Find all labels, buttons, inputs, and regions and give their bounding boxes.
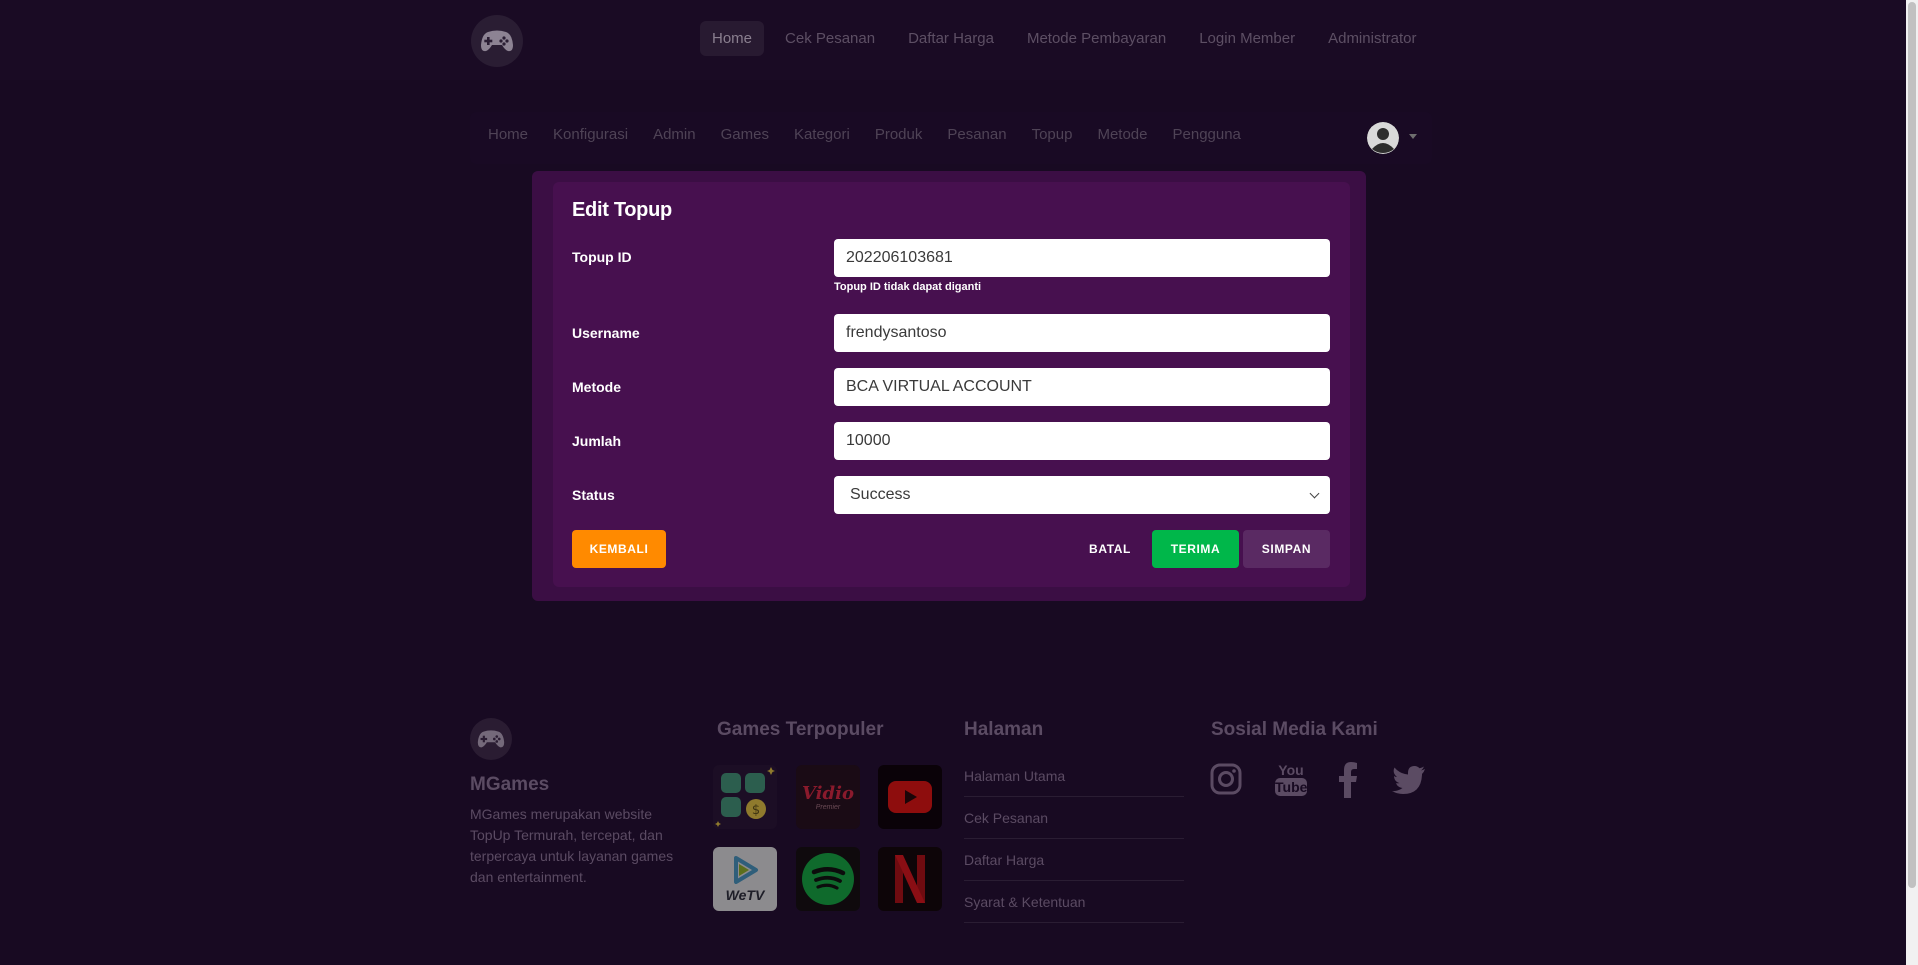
facebook-icon: [1339, 762, 1357, 798]
youtube-link[interactable]: You Tube: [1275, 762, 1307, 800]
youtube-icon: You Tube: [1275, 762, 1307, 796]
footer-brand: MGames: [470, 774, 550, 795]
kembali-button[interactable]: KEMBALI: [572, 530, 666, 568]
facebook-link[interactable]: [1337, 762, 1359, 803]
spotify-logo-icon: [802, 853, 854, 905]
twitter-icon: [1392, 766, 1425, 794]
user-icon: [1367, 122, 1399, 154]
terima-button[interactable]: TERIMA: [1152, 530, 1239, 568]
status-select[interactable]: Success: [834, 476, 1330, 514]
admin-nav-kategori[interactable]: Kategori: [794, 126, 850, 143]
vidio-logo: Vidio Premier: [802, 783, 854, 811]
admin-nav-pesanan[interactable]: Pesanan: [947, 126, 1006, 143]
admin-nav: Home Konfigurasi Admin Games Kategori Pr…: [488, 126, 1266, 143]
main-nav: Home Cek Pesanan Daftar Harga Metode Pem…: [700, 20, 1437, 57]
site-logo[interactable]: [471, 15, 523, 67]
vidio-logo-subtext: Premier: [815, 804, 841, 811]
admin-nav-games[interactable]: Games: [721, 126, 769, 143]
admin-nav-produk[interactable]: Produk: [875, 126, 923, 143]
admin-nav-pengguna[interactable]: Pengguna: [1173, 126, 1241, 143]
username-field[interactable]: frendysantoso: [834, 314, 1330, 352]
footer-link-cek-pesanan[interactable]: Cek Pesanan: [964, 810, 1184, 839]
admin-nav-metode[interactable]: Metode: [1097, 126, 1147, 143]
admin-nav-topup[interactable]: Topup: [1032, 126, 1073, 143]
topup-id-field[interactable]: 202206103681: [834, 239, 1330, 277]
wetv-logo: WeTV: [725, 855, 765, 903]
pages-heading: Halaman: [964, 719, 1044, 740]
footer-link-syarat-ketentuan[interactable]: Syarat & Ketentuan: [964, 894, 1184, 923]
footer-description: MGames merupakan website TopUp Termurah,…: [470, 806, 674, 885]
youtube-logo-icon: [888, 781, 932, 813]
nav-administrator[interactable]: Administrator: [1316, 21, 1428, 56]
jumlah-label: Jumlah: [572, 433, 622, 449]
nav-daftar-harga[interactable]: Daftar Harga: [896, 21, 1006, 56]
twitter-link[interactable]: [1392, 766, 1426, 799]
game-wetv[interactable]: WeTV: [713, 847, 777, 911]
svg-text:$: $: [752, 803, 760, 818]
netflix-logo-icon: [895, 855, 925, 903]
user-avatar[interactable]: [1367, 122, 1399, 154]
admin-nav-admin[interactable]: Admin: [653, 126, 696, 143]
footer-link-halaman-utama[interactable]: Halaman Utama: [964, 768, 1184, 797]
wetv-logo-text: WeTV: [725, 886, 765, 903]
game-spotify[interactable]: [796, 847, 860, 911]
username-label: Username: [572, 325, 640, 341]
status-select-value: Success: [850, 486, 911, 503]
nav-metode-pembayaran[interactable]: Metode Pembayaran: [1015, 21, 1178, 56]
game-dollar-coins[interactable]: $: [713, 765, 777, 829]
footer-logo[interactable]: [470, 718, 512, 760]
status-label: Status: [572, 487, 615, 503]
metode-label: Metode: [572, 379, 621, 395]
nav-home[interactable]: Home: [700, 21, 765, 56]
gamepad-icon: [481, 30, 513, 52]
topup-id-label: Topup ID: [572, 249, 632, 265]
batal-button[interactable]: BATAL: [1072, 530, 1148, 568]
game-youtube[interactable]: [878, 765, 942, 829]
metode-field[interactable]: BCA VIRTUAL ACCOUNT: [834, 368, 1330, 406]
wetv-play-icon: [733, 855, 758, 884]
scrollbar-thumb[interactable]: [1908, 2, 1916, 888]
nav-login-member[interactable]: Login Member: [1187, 21, 1307, 56]
game-vidio[interactable]: Vidio Premier: [796, 765, 860, 829]
admin-nav-home[interactable]: Home: [488, 126, 528, 143]
youtube-icon-you: You: [1278, 762, 1304, 778]
jumlah-field[interactable]: 10000: [834, 422, 1330, 460]
games-heading: Games Terpopuler: [717, 719, 884, 740]
coins-app-icon: $: [715, 767, 775, 827]
gamepad-icon: [477, 730, 505, 748]
chevron-down-icon[interactable]: [1409, 134, 1417, 139]
game-netflix[interactable]: [878, 847, 942, 911]
vidio-logo-text: Vidio: [802, 783, 854, 804]
social-heading: Sosial Media Kami: [1211, 719, 1378, 740]
instagram-icon: [1210, 763, 1242, 795]
chevron-down-icon: [1309, 488, 1320, 499]
youtube-icon-tube: Tube: [1275, 778, 1308, 796]
admin-nav-konfigurasi[interactable]: Konfigurasi: [553, 126, 628, 143]
simpan-button[interactable]: SIMPAN: [1243, 530, 1330, 568]
nav-cek-pesanan[interactable]: Cek Pesanan: [773, 21, 887, 56]
page-title: Edit Topup: [572, 199, 672, 221]
topup-id-help-text: Topup ID tidak dapat diganti: [834, 281, 982, 293]
footer-link-daftar-harga[interactable]: Daftar Harga: [964, 852, 1184, 881]
instagram-link[interactable]: [1210, 762, 1242, 801]
